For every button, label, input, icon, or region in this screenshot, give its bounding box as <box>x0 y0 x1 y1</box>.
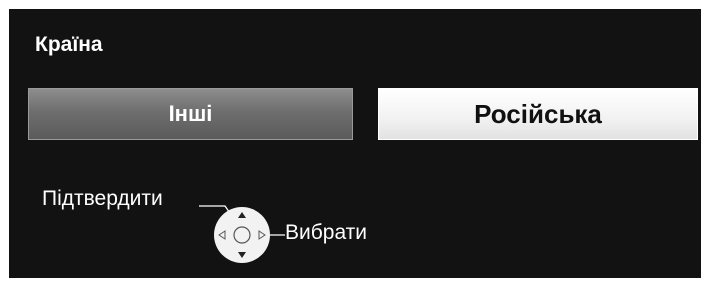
confirm-hint-label: Підтвердити <box>42 187 163 210</box>
option-russian-button[interactable]: Російська <box>378 88 698 140</box>
select-hint-label: Вибрати <box>285 221 368 244</box>
remote-dpad-icon <box>214 207 270 263</box>
option-other-label: Інші <box>168 101 213 126</box>
option-russian-label: Російська <box>474 98 602 129</box>
country-selection-screen: Країна Інші Російська Підтвердити Вибрат… <box>9 9 701 278</box>
screen-title: Країна <box>35 33 103 56</box>
option-other-button[interactable]: Інші <box>28 88 353 140</box>
